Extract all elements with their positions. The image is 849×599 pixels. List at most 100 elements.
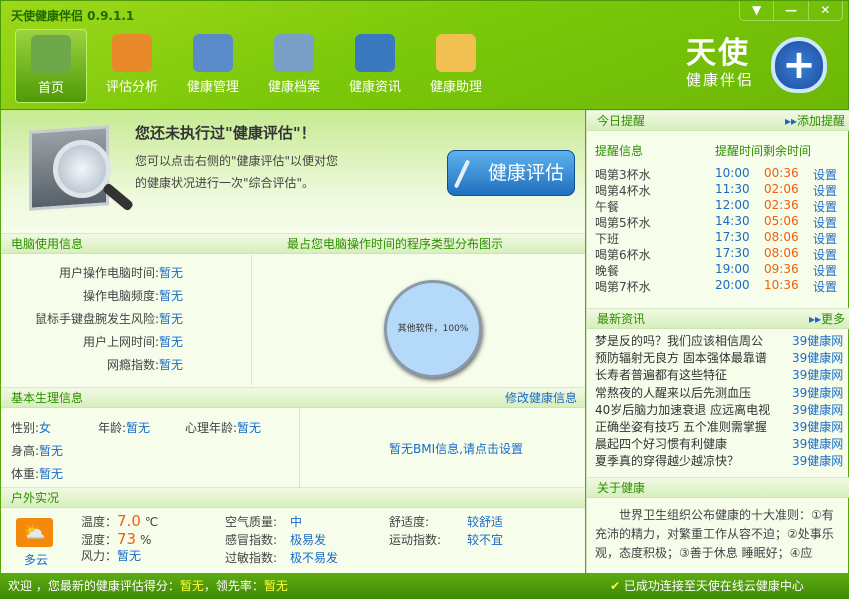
reminder-settings-link[interactable]: 设置 [813,278,837,295]
nav-globe[interactable]: 健康资讯 [339,29,411,103]
bmi-setup-link[interactable]: 暂无BMI信息,请点击设置 [389,440,523,457]
weight-value: 暂无 [39,467,64,481]
nav-label: 健康管理 [186,80,239,95]
reminder-name: 喝第4杯水 [595,184,651,198]
pc-stat-value: 暂无 [159,312,184,326]
news-title[interactable]: 晨起四个好习惯有利健康 [595,435,727,452]
pc-stat-value: 暂无 [159,358,184,372]
reminder-remaining: 08:06 [764,230,799,244]
status-prefix: 欢迎 ，您最新的健康评估得分： [8,579,180,593]
nav-label: 健康资讯 [348,80,401,95]
about-header: 关于健康 [587,477,849,498]
reminder-name: 下班 [595,232,620,246]
allergy-value: 极不易发 [290,551,339,565]
nav-label: 健康助理 [429,80,482,95]
reminder-name: 喝第3杯水 [595,168,651,182]
news-title[interactable]: 预防辐射无良方 固本强体最靠谱 [595,349,767,366]
minimize-button[interactable]: — [774,1,809,20]
nav-home[interactable]: 首页 [15,29,87,103]
news-source[interactable]: 39健康网 [792,418,843,435]
mental-age-label: 心理年龄: [185,421,238,435]
sport-label: 运动指数: [389,533,442,547]
comfort-value: 较舒适 [467,515,504,529]
temp-unit: ℃ [144,515,159,529]
reminder-settings-link[interactable]: 设置 [813,230,837,247]
app-title: 天使健康伴侣 0.9.1.1 [11,9,135,23]
news-source[interactable]: 39健康网 [792,349,843,366]
weather-label: 多云 [24,553,49,567]
wind-value: 暂无 [117,549,142,563]
news-source[interactable]: 39健康网 [792,366,843,383]
add-reminder-link[interactable]: ▸▸添加提醒 [785,111,845,131]
air-label: 空气质量: [225,515,278,529]
reminder-name: 喝第6杯水 [595,248,651,262]
window-controls: ▼ — ✕ [739,1,843,21]
health-evaluation-button[interactable]: 健康评估 [447,150,575,196]
shield-logo-icon [771,37,827,93]
news-title[interactable]: 正确坐姿有技巧 五个准则需掌握 [595,418,767,435]
news-source[interactable]: 39健康网 [792,332,843,349]
news-source[interactable]: 39健康网 [792,401,843,418]
cold-label: 感冒指数: [225,533,278,547]
reminder-name: 喝第7杯水 [595,280,651,294]
weight-label: 体重: [11,467,40,481]
reminder-remaining: 00:36 [764,166,799,180]
reminder-settings-link[interactable]: 设置 [813,198,837,215]
pc-usage-header: 电脑使用信息 最占您电脑操作时间的程序类型分布图示 [1,233,585,254]
nav-target[interactable]: 健康管理 [177,29,249,103]
basic-info-header: 基本生理信息 修改健康信息 [1,387,585,408]
more-news-link[interactable]: ▸▸更多 [809,309,845,329]
partly-cloudy-icon: ⛅ [16,518,53,547]
sport-value: 较不宜 [467,533,504,547]
logo-subtext: 健康伴侣 [686,71,755,89]
banner-title: 您还未执行过"健康评估"！ [135,124,316,142]
news-source[interactable]: 39健康网 [792,452,843,469]
main-panel: 您还未执行过"健康评估"！ 您可以点击右侧的"健康评估"以便对您的健康状况进行一… [1,110,585,573]
height-label: 身高: [11,444,40,458]
pc-stat-value: 暂无 [159,289,184,303]
reminder-settings-link[interactable]: 设置 [813,182,837,199]
menu-button[interactable]: ▼ [740,1,775,20]
status-mid: ，领先率： [203,579,264,593]
home-icon [31,35,71,73]
toolbar: 天使健康伴侣 0.9.1.1 ▼ — ✕ 首页 评估分析 健康管理 健康档案 健康资讯 健… [0,0,849,110]
close-button[interactable]: ✕ [809,1,842,20]
pie-slice-other: 其他软件，100% [384,280,482,378]
pc-stat-label: 用户操作电脑时间: [58,266,159,280]
nav-files[interactable]: 健康档案 [258,29,330,103]
nav-clock-note[interactable]: 健康助理 [420,29,492,103]
mental-age-value: 暂无 [237,421,262,435]
news-title[interactable]: 长寿者普遍都有这些特征 [595,366,727,383]
evaluation-banner: 您还未执行过"健康评估"！ 您可以点击右侧的"健康评估"以便对您的健康状况进行一… [1,110,585,233]
nav-chart[interactable]: 评估分析 [96,29,168,103]
reminder-name: 晚餐 [595,264,620,278]
reminder-settings-link[interactable]: 设置 [813,214,837,231]
air-value: 中 [290,515,303,529]
news-source[interactable]: 39健康网 [792,384,843,401]
reminder-settings-link[interactable]: 设置 [813,262,837,279]
divider [299,409,300,487]
reminder-settings-link[interactable]: 设置 [813,166,837,183]
news-header: 最新资讯 ▸▸更多 [587,308,849,329]
news-title[interactable]: 常熬夜的人醒来以后先测血压 [595,384,751,401]
target-icon [193,34,233,72]
logo: 天使 健康伴侣 [686,39,754,90]
pc-stat-label: 用户上网时间: [82,335,159,349]
news-title[interactable]: 40岁后脑力加速衰退 应远离电视 [595,401,770,418]
chart-icon [112,34,152,72]
col-info: 提醒信息 [595,144,644,158]
wind-label: 风力： [81,549,118,563]
pc-stat-label: 操作电脑频度: [82,289,159,303]
news-source[interactable]: 39健康网 [792,435,843,452]
connection-status: ✔ 已成功连接至天使在线云健康中心 [610,573,804,599]
edit-health-info-link[interactable]: 修改健康信息 [505,388,577,408]
news-title[interactable]: 梦是反的吗？我们应该相信周公 [595,332,763,349]
side-panel: 今日提醒 ▸▸添加提醒 提醒信息 提醒时间剩余时间 喝第3杯水 10:00 00:3… [586,110,849,573]
button-label: 健康评估 [487,162,564,184]
reminder-settings-link[interactable]: 设置 [813,246,837,263]
news-title[interactable]: 夏季真的穿得越少越凉快？ [595,452,739,469]
reminder-name: 喝第5杯水 [595,216,651,230]
globe-icon [355,34,395,72]
reminder-time: 11:30 [715,182,750,196]
rate-value: 暂无 [263,579,288,593]
